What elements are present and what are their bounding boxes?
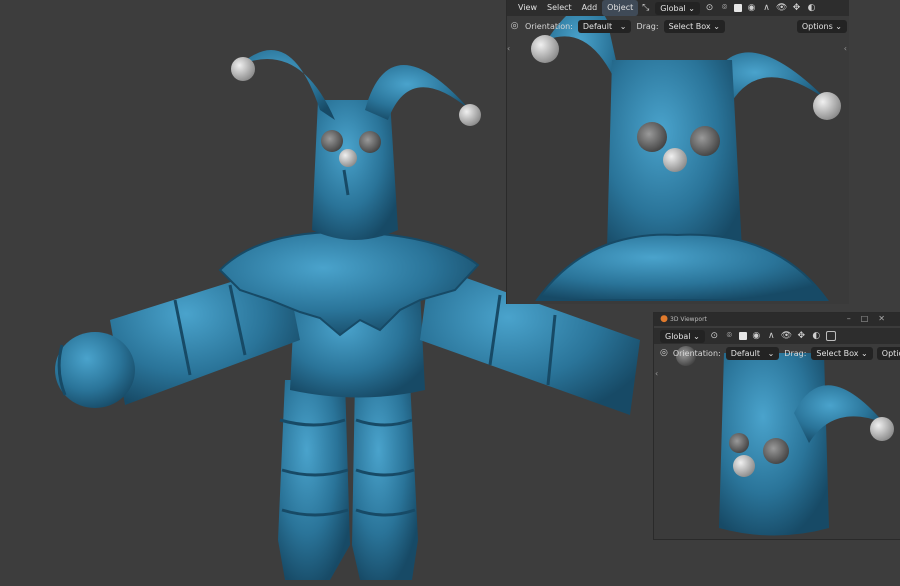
transform-orientation-value: Global (660, 3, 686, 13)
snap-icon[interactable]: ⌾ (719, 3, 730, 14)
orientation-label: Orientation: (525, 21, 573, 31)
right-panel-arrow-icon[interactable]: ‹ (844, 44, 847, 53)
menu-object[interactable]: Object (602, 0, 639, 16)
viewport-2-tool-settings: ◎ Orientation: Default ⌄ Drag: Select Bo… (654, 345, 900, 361)
options-label-2: Optic (881, 348, 900, 358)
viewport-1-model (531, 4, 841, 301)
drag-label-2: Drag: (784, 348, 807, 358)
falloff-icon-2[interactable]: ∧ (766, 331, 777, 342)
blender-logo-icon: ● (660, 314, 668, 324)
orientation-label-2: Orientation: (672, 348, 721, 358)
orientation-value: Default (582, 21, 613, 31)
overlay-icon[interactable]: ◐ (806, 3, 817, 14)
options-label: Options (801, 21, 833, 31)
transform-orientation-dropdown[interactable]: Global ⌄ (655, 1, 701, 15)
snap-icon-2[interactable]: ⌾ (724, 331, 735, 342)
window-title: 3D Viewport (670, 316, 707, 323)
gizmo-icon-2[interactable]: ✥ (796, 331, 807, 342)
pivot-point-icon-2[interactable]: ⊙ (709, 331, 720, 342)
xray-icon-2[interactable] (825, 331, 836, 341)
transform-orientation-value-2: Global (665, 331, 691, 341)
viewport-2-window[interactable]: ● 3D Viewport –□✕ Global ⌄ ⊙ ⌾ ◉ ∧ 👁 ✥ ◐… (653, 312, 900, 540)
viewport-1[interactable]: View Select Add Object ⤡ Global ⌄ ⊙ ⌾ ◉ … (506, 0, 849, 304)
drag-label: Drag: (636, 21, 659, 31)
visibility-icon-2[interactable]: 👁 (781, 331, 792, 342)
orientation-value-2: Default (730, 348, 760, 358)
transform-orientation-dropdown-2[interactable]: Global ⌄ (660, 329, 705, 343)
proportional-edit-icon-2[interactable]: ◉ (751, 331, 762, 342)
transform-orientation-icon: ⤡ (642, 2, 650, 13)
select-tool-icon-2[interactable]: ◎ (660, 348, 668, 359)
menu-select[interactable]: Select (542, 0, 577, 16)
snap-target-icon-2[interactable] (738, 332, 747, 340)
viewport-1-tool-settings: ◎ Orientation: Default ⌄ Drag: Select Bo… (507, 18, 849, 34)
drag-dropdown-2[interactable]: Select Box ⌄ (811, 346, 873, 360)
pivot-point-icon[interactable]: ⊙ (704, 3, 715, 14)
select-tool-icon[interactable]: ◎ (509, 21, 520, 32)
orientation-dropdown-2[interactable]: Default ⌄ (725, 346, 780, 360)
falloff-icon[interactable]: ∧ (761, 3, 772, 14)
proportional-edit-icon[interactable]: ◉ (746, 3, 757, 14)
viewport-2-header: Global ⌄ ⊙ ⌾ ◉ ∧ 👁 ✥ ◐ (654, 328, 900, 344)
viewport-1-header: View Select Add Object ⤡ Global ⌄ ⊙ ⌾ ◉ … (507, 0, 849, 16)
options-dropdown[interactable]: Options ⌄ (796, 19, 847, 33)
window-controls[interactable]: –□✕ (847, 314, 895, 323)
menu-add[interactable]: Add (577, 0, 603, 16)
left-panel-arrow-icon[interactable]: ‹ (507, 44, 510, 53)
options-dropdown-2[interactable]: Optic (876, 346, 900, 360)
snap-target-icon[interactable] (734, 4, 743, 12)
visibility-icon[interactable]: 👁 (776, 3, 787, 14)
gizmo-icon[interactable]: ✥ (791, 3, 802, 14)
drag-dropdown[interactable]: Select Box ⌄ (663, 19, 725, 33)
left-panel-arrow-icon-2[interactable]: ‹ (655, 369, 658, 378)
drag-value: Select Box (668, 21, 711, 31)
viewport-2-titlebar[interactable]: ● 3D Viewport –□✕ (654, 313, 900, 326)
orientation-dropdown[interactable]: Default ⌄ (577, 19, 632, 33)
overlay-icon-2[interactable]: ◐ (811, 331, 822, 342)
menu-view[interactable]: View (513, 0, 542, 16)
drag-value-2: Select Box (816, 348, 859, 358)
